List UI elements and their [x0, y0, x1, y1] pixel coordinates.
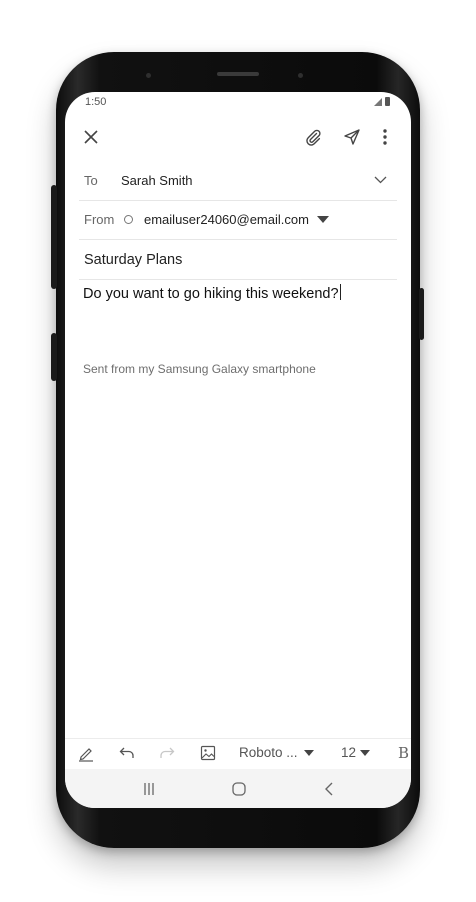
email-body[interactable]: Do you want to go hiking this weekend? [83, 284, 341, 302]
status-icons [374, 97, 390, 106]
subject-field[interactable]: Saturday Plans [84, 252, 182, 268]
pen-icon[interactable] [77, 744, 95, 762]
font-family-dropdown[interactable]: Roboto ... [239, 745, 314, 760]
font-dropdown-arrow-icon [303, 749, 314, 756]
size-dropdown-arrow-icon [360, 749, 371, 756]
email-signature: Sent from my Samsung Galaxy smartphone [83, 362, 316, 376]
home-icon[interactable] [229, 779, 249, 799]
send-icon[interactable] [340, 125, 364, 149]
from-row: From emailuser24060@email.com [79, 200, 397, 240]
earpiece-speaker [217, 72, 259, 76]
sender-dropdown-icon[interactable] [315, 212, 331, 226]
to-row: To Sarah Smith [79, 160, 397, 201]
volume-button [51, 333, 57, 381]
system-nav-bar [65, 769, 411, 808]
power-button [419, 288, 424, 340]
compose-app-bar [65, 120, 411, 156]
text-cursor [339, 284, 341, 300]
subject-row[interactable]: Saturday Plans [79, 239, 397, 280]
screen: 1:50 To Sarah Smith From emailuser24060@… [65, 92, 411, 808]
font-size-dropdown[interactable]: 12 [341, 745, 371, 760]
phone-frame: 1:50 To Sarah Smith From emailuser24060@… [56, 52, 420, 848]
bold-button[interactable]: B [398, 744, 409, 762]
sender-email[interactable]: emailuser24060@email.com [144, 212, 309, 227]
bold-label: B [398, 744, 410, 762]
font-family-label: Roboto ... [239, 745, 298, 760]
account-dot-icon [124, 215, 133, 224]
from-label: From [84, 212, 115, 227]
formatting-toolbar: Roboto ... 12 B [65, 738, 411, 769]
back-icon[interactable] [319, 779, 339, 799]
status-time: 1:50 [85, 96, 107, 108]
recipient-name[interactable]: Sarah Smith [121, 173, 193, 188]
font-size-label: 12 [341, 745, 357, 760]
recents-icon[interactable] [139, 779, 159, 799]
battery-icon [385, 97, 390, 106]
chevron-down-icon[interactable] [372, 172, 388, 188]
status-bar: 1:50 [65, 92, 411, 116]
signal-icon [374, 98, 382, 106]
redo-icon[interactable] [158, 744, 176, 762]
front-camera [146, 73, 151, 78]
bixby-button [51, 185, 57, 289]
paperclip-icon[interactable] [301, 125, 325, 149]
undo-icon[interactable] [118, 744, 136, 762]
image-icon[interactable] [199, 744, 217, 762]
to-label: To [84, 173, 98, 188]
body-text: Do you want to go hiking this weekend? [83, 286, 339, 302]
more-vert-icon[interactable] [376, 125, 394, 149]
proximity-sensor [298, 73, 303, 78]
close-icon[interactable] [80, 126, 102, 148]
